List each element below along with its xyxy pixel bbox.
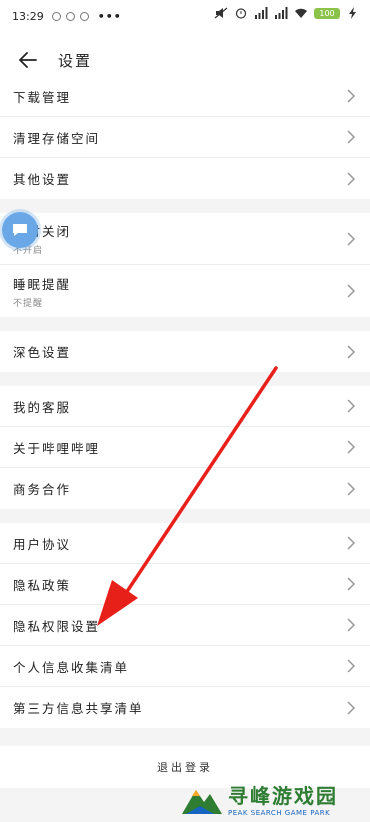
setting-label: 睡眠提醒 (13, 276, 72, 292)
page-title: 设置 (58, 51, 93, 70)
chevron-right-icon (347, 284, 356, 298)
group-divider (0, 317, 370, 331)
setting-label: 关于哔哩哔哩 (13, 440, 101, 456)
setting-sublabel: 不提醒 (13, 298, 44, 309)
signal-icon (275, 7, 288, 19)
setting-label: 个人信息收集清单 (13, 659, 130, 675)
chevron-right-icon (347, 618, 356, 632)
setting-dark-mode[interactable]: 深色设置 (0, 331, 370, 372)
chevron-right-icon (347, 171, 356, 186)
notification-icons: ••• (51, 9, 122, 23)
setting-third-party-sharing[interactable]: 第三方信息共享清单 (0, 687, 370, 728)
settings-group: 用户协议 隐私政策 隐私权限设置 个人信息收集清单 第三方信息共享清单 (0, 523, 370, 728)
notification-icon (65, 11, 75, 21)
setting-label: 我的客服 (13, 399, 72, 415)
group-divider (0, 509, 370, 523)
setting-other[interactable]: 其他设置 (0, 158, 370, 199)
watermark-title: 寻峰游戏园 (228, 783, 338, 808)
status-time: 13:29 (12, 9, 44, 23)
setting-business[interactable]: 商务合作 (0, 468, 370, 509)
chevron-right-icon (347, 344, 356, 359)
setting-label: 其他设置 (13, 172, 72, 187)
mountain-logo-icon (182, 790, 222, 814)
signal-icon (255, 7, 268, 19)
settings-group: 定时关闭 不开启 睡眠提醒 不提醒 (0, 213, 370, 317)
setting-label: 隐私政策 (13, 577, 72, 593)
watermark: 寻峰游戏园 PEAK SEARCH GAME PARK (180, 776, 370, 820)
setting-about[interactable]: 关于哔哩哔哩 (0, 427, 370, 468)
back-arrow-icon (19, 52, 37, 68)
setting-sleep-reminder[interactable]: 睡眠提醒 不提醒 (0, 265, 370, 317)
group-divider (0, 199, 370, 213)
chat-bubble-icon (13, 224, 27, 236)
setting-download-management[interactable]: 下载管理 (0, 76, 370, 117)
settings-group: 深色设置 (0, 331, 370, 372)
setting-label: 隐私权限设置 (13, 618, 101, 634)
notification-icon (51, 11, 61, 21)
alarm-icon (235, 8, 247, 19)
setting-timer-close[interactable]: 定时关闭 不开启 (0, 213, 370, 265)
group-divider (0, 372, 370, 386)
group-divider (0, 728, 370, 746)
chevron-right-icon (347, 440, 356, 454)
setting-clear-storage[interactable]: 清理存储空间 (0, 117, 370, 158)
settings-group: 我的客服 关于哔哩哔哩 商务合作 (0, 386, 370, 509)
setting-customer-service[interactable]: 我的客服 (0, 386, 370, 427)
chevron-right-icon (347, 231, 356, 246)
chevron-right-icon (347, 481, 356, 496)
settings-list: 下载管理 清理存储空间 其他设置 定时关闭 不开启 睡眠提醒 不提醒 深色设置 … (0, 76, 370, 788)
watermark-subtitle: PEAK SEARCH GAME PARK (228, 808, 331, 817)
setting-label: 深色设置 (13, 345, 72, 360)
chevron-right-icon (347, 130, 356, 144)
status-bar: 13:29 ••• 100 (0, 0, 370, 32)
chevron-right-icon (347, 577, 356, 591)
battery-icon: 100 (314, 7, 340, 19)
more-notifications-icon: ••• (97, 9, 122, 23)
floating-ball-button[interactable] (2, 212, 38, 248)
notification-icon (79, 11, 89, 21)
setting-personal-info-list[interactable]: 个人信息收集清单 (0, 646, 370, 687)
charging-icon (349, 7, 356, 19)
setting-label: 用户协议 (13, 536, 72, 552)
chevron-right-icon (347, 89, 356, 103)
wifi-icon (295, 8, 307, 18)
chevron-right-icon (347, 536, 356, 550)
setting-label: 商务合作 (13, 482, 72, 497)
setting-privacy-policy[interactable]: 隐私政策 (0, 564, 370, 605)
chevron-right-icon (347, 700, 356, 715)
settings-group: 下载管理 清理存储空间 其他设置 (0, 76, 370, 199)
setting-privacy-permissions[interactable]: 隐私权限设置 (0, 605, 370, 646)
setting-label: 清理存储空间 (13, 130, 101, 146)
chevron-right-icon (347, 399, 356, 413)
setting-label: 下载管理 (13, 89, 72, 105)
setting-label: 第三方信息共享清单 (13, 701, 144, 716)
chevron-right-icon (347, 659, 356, 673)
mute-icon (214, 7, 228, 19)
setting-user-agreement[interactable]: 用户协议 (0, 523, 370, 564)
